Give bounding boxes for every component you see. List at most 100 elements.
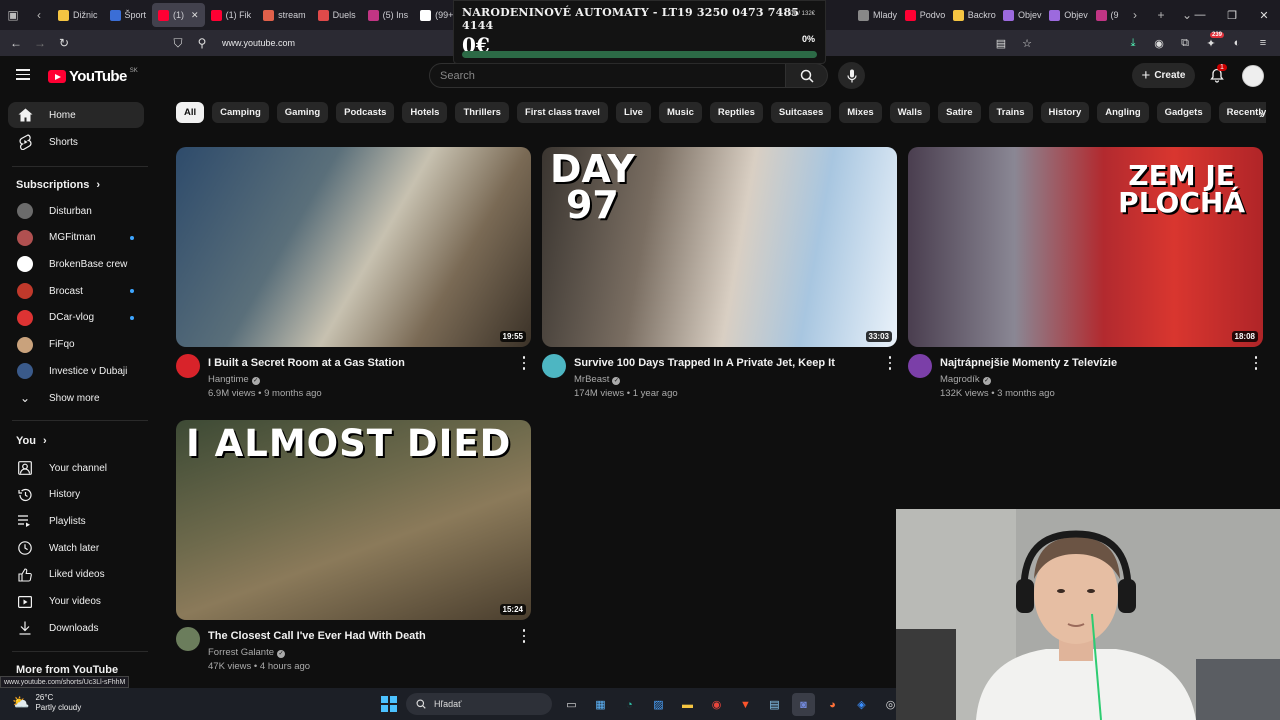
more-actions-icon[interactable] — [521, 356, 527, 370]
sidebar-item-show-more[interactable]: ⌄ Show more — [8, 385, 144, 411]
browser-tab[interactable]: (5) Ins — [362, 0, 415, 30]
filter-chip[interactable]: Walls — [889, 102, 931, 123]
video-card[interactable]: I ALMOST DIED 15:24 The Closest Call I've … — [176, 420, 531, 681]
sidebar-subscription-item[interactable]: BrokenBase crew — [8, 251, 144, 277]
browser-tab[interactable]: Mlady — [852, 0, 899, 30]
filter-chip[interactable]: First class travel — [516, 102, 608, 123]
tabs-scroll-right-icon[interactable]: › — [1122, 0, 1148, 30]
video-title[interactable]: Najtrápnejšie Momenty z Televízie — [940, 357, 1117, 369]
task-view-icon[interactable]: ▭ — [560, 693, 583, 716]
filter-chip[interactable]: Mixes — [839, 102, 882, 123]
browser-tab[interactable]: Objev — [997, 0, 1043, 30]
sidebar-subscription-item[interactable]: Investice v Dubaji — [8, 358, 144, 384]
voice-search-button[interactable] — [838, 62, 865, 89]
brave-icon[interactable]: ▼ — [734, 693, 757, 716]
more-actions-icon[interactable] — [1253, 356, 1259, 370]
extension-icon[interactable]: ✦ 239 — [1200, 32, 1224, 54]
browser-tab[interactable]: Podvo — [899, 0, 947, 30]
sidebar-item-downloads[interactable]: Downloads — [8, 615, 144, 641]
sidebar-item-playlists[interactable]: Playlists — [8, 508, 144, 534]
filter-chip[interactable]: Gadgets — [1156, 102, 1211, 123]
filter-chip[interactable]: Thrillers — [455, 102, 509, 123]
channel-name[interactable]: Magrodík ✓ — [940, 374, 991, 385]
sidebar-item-history[interactable]: History — [8, 482, 144, 508]
close-window-icon[interactable]: ✕ — [1248, 0, 1280, 30]
app-icon[interactable]: ◈ — [850, 693, 873, 716]
video-thumbnail[interactable]: DAY 97 33:03 — [542, 147, 897, 347]
file-explorer-icon[interactable]: ▬ — [676, 693, 699, 716]
menu-hamburger-icon[interactable] — [16, 69, 30, 80]
tab-overview-icon[interactable]: ▣ — [0, 0, 26, 30]
video-thumbnail[interactable]: 19:55 — [176, 147, 531, 347]
video-card[interactable]: DAY 97 33:03 Survive 100 Days Trapped In A… — [542, 147, 897, 408]
notepad-icon[interactable]: ▤ — [763, 693, 786, 716]
filter-chip[interactable]: Suitcases — [770, 102, 832, 123]
bookmark-star-icon[interactable]: ☆ — [1016, 32, 1038, 54]
browser-tab[interactable]: (1) Fik — [205, 0, 258, 30]
channel-avatar[interactable] — [176, 354, 200, 378]
sidebar-subscription-item[interactable]: MGFitman — [8, 225, 144, 251]
create-button[interactable]: + Create — [1132, 63, 1195, 88]
filter-chip[interactable]: Satire — [938, 102, 981, 123]
browser-tab[interactable]: Backro — [947, 0, 997, 30]
chrome-icon[interactable]: ◉ — [705, 693, 728, 716]
you-header[interactable]: You › — [16, 435, 47, 447]
store-icon[interactable]: ▦ — [589, 693, 612, 716]
video-thumbnail[interactable]: ZEM JE PLOCHÁ 18:08 — [908, 147, 1263, 347]
taskbar-search[interactable]: Hľadať — [406, 693, 552, 715]
sidebar-item-shorts[interactable]: Shorts — [8, 129, 144, 155]
permissions-icon[interactable]: ⚲ — [190, 30, 214, 56]
menu-icon[interactable]: ≡ — [1252, 32, 1274, 54]
filter-chip[interactable]: Trains — [988, 102, 1033, 123]
browser-tab[interactable]: Objev — [1043, 0, 1089, 30]
sidebar-subscription-item[interactable]: Brocast — [8, 278, 144, 304]
channel-avatar[interactable] — [176, 627, 200, 651]
notifications-button[interactable]: 1 — [1207, 64, 1227, 86]
search-button[interactable] — [786, 63, 828, 88]
filter-chip[interactable]: History — [1040, 102, 1090, 123]
browser-tab[interactable]: Šport — [104, 0, 153, 30]
video-title[interactable]: Survive 100 Days Trapped In A Private Je… — [574, 357, 835, 369]
extensions-icon[interactable]: ⧉ — [1174, 32, 1196, 54]
reload-icon[interactable]: ↻ — [52, 30, 76, 56]
account-icon[interactable]: ◉ — [1148, 32, 1170, 54]
sidebar-item-home[interactable]: Home — [8, 102, 144, 128]
filter-chip[interactable]: Podcasts — [336, 102, 395, 123]
close-tab-icon[interactable]: ✕ — [191, 10, 199, 21]
video-thumbnail[interactable]: I ALMOST DIED 15:24 — [176, 420, 531, 620]
back-icon[interactable]: ← — [4, 30, 28, 56]
channel-name[interactable]: Hangtime ✓ — [208, 374, 260, 385]
address-bar[interactable]: www.youtube.com — [222, 38, 295, 48]
filter-chip[interactable]: Gaming — [276, 102, 329, 123]
sidebar-subscription-item[interactable]: Disturban — [8, 198, 144, 224]
windows-start-icon[interactable] — [381, 696, 397, 712]
sidebar-item-liked-videos[interactable]: Liked videos — [8, 562, 144, 588]
tabs-scroll-left-icon[interactable]: ‹ — [26, 0, 52, 30]
filter-chip[interactable]: Live — [615, 102, 651, 123]
filter-chip[interactable]: Hotels — [402, 102, 448, 123]
filter-chip[interactable]: Camping — [212, 102, 269, 123]
video-card[interactable]: ZEM JE PLOCHÁ 18:08 Najtrápnejšie Momenty … — [908, 147, 1263, 408]
browser-tab[interactable]: Dižnic — [52, 0, 104, 30]
minimize-icon[interactable]: — — [1184, 0, 1216, 30]
video-title[interactable]: The Closest Call I've Ever Had With Deat… — [208, 630, 426, 642]
subscriptions-header[interactable]: Subscriptions › — [16, 179, 100, 191]
more-actions-icon[interactable] — [887, 356, 893, 370]
forward-icon[interactable]: → — [28, 30, 52, 56]
video-title[interactable]: I Built a Secret Room at a Gas Station — [208, 357, 405, 369]
channel-avatar[interactable] — [542, 354, 566, 378]
filter-chip[interactable]: All — [176, 102, 205, 123]
edge-icon[interactable]: ◔ — [618, 693, 641, 716]
downloads-icon[interactable]: ⤓ — [1122, 32, 1144, 54]
channel-name[interactable]: MrBeast ✓ — [574, 374, 621, 385]
photos-icon[interactable]: ▨ — [647, 693, 670, 716]
user-avatar[interactable] — [1242, 65, 1264, 87]
discord-icon[interactable]: ◙ — [792, 693, 815, 716]
search-input[interactable]: Search — [429, 63, 786, 88]
channel-avatar[interactable] — [908, 354, 932, 378]
filter-chip[interactable]: Reptiles — [709, 102, 763, 123]
sidebar-subscription-item[interactable]: FiFqo — [8, 332, 144, 358]
sidebar-item-your-videos[interactable]: Your videos — [8, 589, 144, 615]
reader-view-icon[interactable]: ▤ — [990, 32, 1012, 54]
firefox-icon[interactable]: ◕ — [821, 693, 844, 716]
